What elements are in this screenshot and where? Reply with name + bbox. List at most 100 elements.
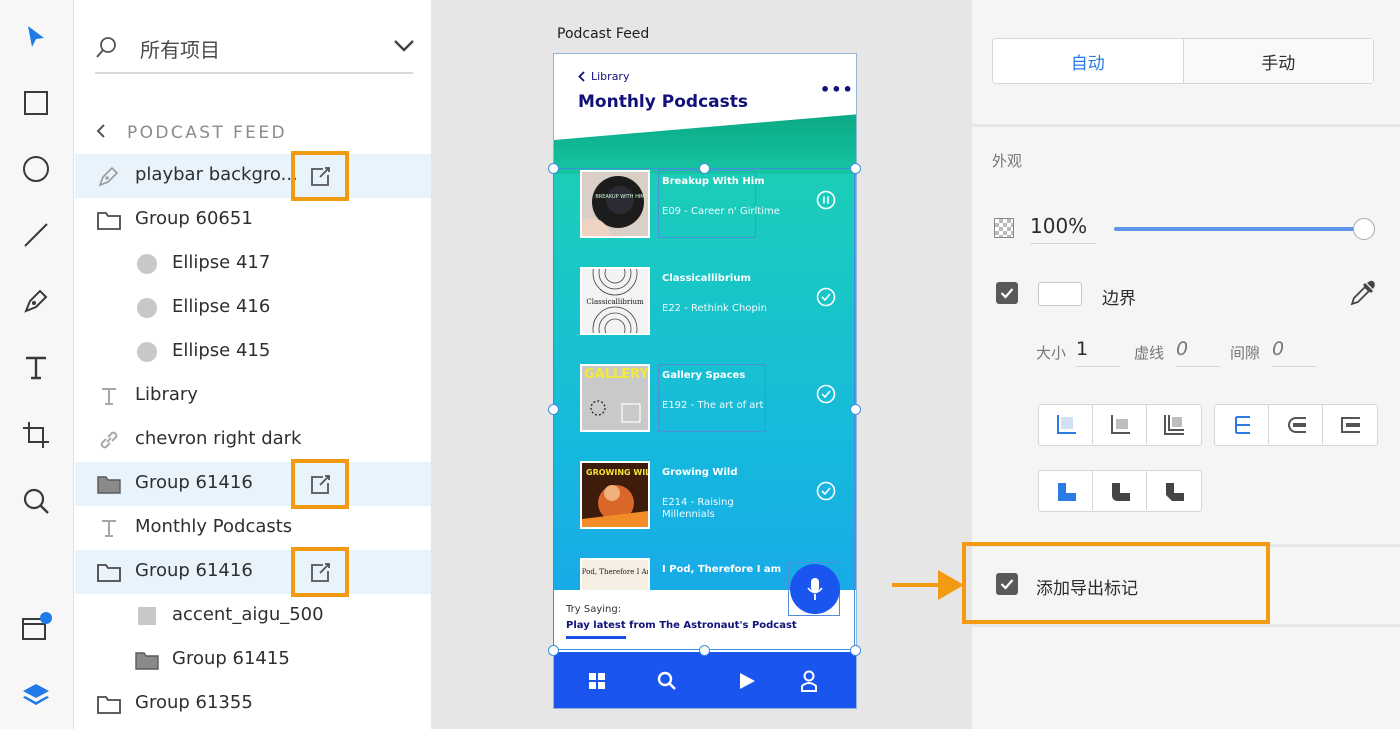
size-input[interactable]: 1 <box>1076 338 1120 367</box>
layers-panel-icon[interactable] <box>15 674 57 716</box>
border-color-swatch[interactable] <box>1038 282 1082 306</box>
podcast-item[interactable]: GALLERY SPACES Gallery Spaces E192 - The… <box>580 364 850 434</box>
stroke-position-group <box>1038 404 1202 446</box>
bevel-join-icon[interactable] <box>1147 471 1201 510</box>
resize-handle[interactable] <box>699 163 710 174</box>
eyedropper-icon[interactable] <box>1348 280 1376 312</box>
back-link[interactable]: Library <box>578 70 629 83</box>
opacity-slider-handle[interactable] <box>1353 218 1375 240</box>
auto-button[interactable]: 自动 <box>993 39 1184 83</box>
miter-join-icon[interactable] <box>1039 471 1093 510</box>
podcast-thumbnail: Classicallibrium <box>580 267 650 335</box>
text-tool-icon[interactable] <box>15 346 57 388</box>
thumb-text: GROWING WILD <box>586 468 648 477</box>
podcast-item[interactable]: GROWING WILD Growing Wild E214 - Raising… <box>580 461 850 531</box>
podcast-item[interactable]: Classicallibrium Classicallibrium E22 - … <box>580 267 850 337</box>
layer-row[interactable]: Group 61355 <box>75 682 431 726</box>
resize-handle[interactable] <box>548 163 559 174</box>
layer-row[interactable]: Monthly Podcasts <box>75 506 431 550</box>
layer-row[interactable]: accent_aigu_500 <box>75 594 431 638</box>
profile-icon[interactable] <box>798 670 820 692</box>
resize-handle[interactable] <box>850 645 861 656</box>
more-icon[interactable]: ••• <box>820 80 854 99</box>
select-tool-icon[interactable] <box>15 16 57 58</box>
layer-row[interactable]: Group 61416 <box>75 547 431 597</box>
tool-bar <box>0 0 74 729</box>
layer-row[interactable]: Group 61415 <box>75 638 431 682</box>
resize-handle[interactable] <box>850 404 861 415</box>
microphone-button[interactable] <box>790 564 840 614</box>
opacity-slider[interactable] <box>1114 227 1364 231</box>
artboard-tool-icon[interactable] <box>15 414 57 456</box>
round-cap-icon[interactable] <box>1269 405 1323 444</box>
line-tool-icon[interactable] <box>15 214 57 256</box>
resize-handle[interactable] <box>850 163 861 174</box>
manual-button[interactable]: 手动 <box>1183 39 1373 83</box>
breadcrumb[interactable]: PODCAST FEED <box>95 120 287 146</box>
layers-panel: 所有项目 PODCAST FEED playbar backgro... Grou… <box>75 0 431 729</box>
ellipse-tool-icon[interactable] <box>15 148 57 190</box>
zoom-tool-icon[interactable] <box>15 480 57 522</box>
assets-panel-icon[interactable] <box>15 606 57 648</box>
pen-tool-icon[interactable] <box>15 280 57 322</box>
chevron-down-icon[interactable] <box>393 38 415 57</box>
center-stroke-icon[interactable] <box>1093 405 1147 444</box>
pause-icon[interactable] <box>816 190 836 210</box>
border-checkbox[interactable] <box>996 282 1018 304</box>
gap-input[interactable]: 0 <box>1272 338 1316 367</box>
search-input[interactable]: 所有项目 <box>140 34 220 63</box>
layer-row[interactable]: Ellipse 415 <box>75 330 431 374</box>
stroke-settings: 大小 1 虚线 0 间隙 0 <box>972 334 1400 374</box>
dash-input[interactable]: 0 <box>1176 338 1220 367</box>
layer-row[interactable]: Library <box>75 374 431 418</box>
arrow-right-icon <box>892 566 966 608</box>
tab-bar <box>554 652 856 708</box>
size-label: 大小 <box>1036 344 1067 362</box>
artboard-label[interactable]: Podcast Feed <box>557 26 649 42</box>
folder-icon <box>96 691 122 717</box>
ellipse-icon <box>134 251 160 277</box>
layer-name: Ellipse 417 <box>172 252 271 273</box>
resize-handle[interactable] <box>699 645 710 656</box>
opacity-input[interactable]: 100% <box>1030 214 1096 244</box>
layer-name: Ellipse 416 <box>172 296 271 317</box>
outer-stroke-icon[interactable] <box>1147 405 1201 444</box>
square-cap-icon[interactable] <box>1323 405 1377 444</box>
try-saying-label: Try Saying: <box>566 604 622 615</box>
text-icon <box>96 515 122 541</box>
design-canvas[interactable]: Podcast Feed Library Monthly Podcasts ••… <box>431 0 972 729</box>
search-icon <box>95 36 117 64</box>
search-icon[interactable] <box>656 670 678 692</box>
export-mark-icon[interactable] <box>291 547 349 597</box>
gap-label: 间隙 <box>1230 344 1261 362</box>
round-join-icon[interactable] <box>1093 471 1147 510</box>
check-circle-icon[interactable] <box>816 384 836 404</box>
grid-icon[interactable] <box>586 670 608 692</box>
artboard-podcast-feed[interactable]: Library Monthly Podcasts ••• BREAKUP WIT… <box>553 53 857 709</box>
resize-handle[interactable] <box>548 404 559 415</box>
export-mark-icon[interactable] <box>291 151 349 201</box>
layer-name: Group 61416 <box>135 560 253 581</box>
rectangle-icon <box>134 603 160 629</box>
podcast-thumbnail: BREAKUP WITH HIM <box>580 170 650 238</box>
layer-row[interactable]: Ellipse 417 <box>75 242 431 286</box>
layer-row[interactable]: Ellipse 416 <box>75 286 431 330</box>
podcast-item[interactable]: BREAKUP WITH HIM Breakup With Him E09 - … <box>580 170 850 240</box>
chevron-left-icon[interactable] <box>95 123 107 143</box>
layer-name: accent_aigu_500 <box>172 604 324 625</box>
back-link-label: Library <box>591 70 630 83</box>
layer-row[interactable]: Group 60651 <box>75 198 431 242</box>
check-circle-icon[interactable] <box>816 481 836 501</box>
resize-handle[interactable] <box>548 645 559 656</box>
inner-stroke-icon[interactable] <box>1039 405 1093 444</box>
layer-row[interactable]: playbar backgro... <box>75 151 431 201</box>
chevron-left-icon <box>578 71 585 82</box>
layer-row[interactable]: Group 61416 <box>75 459 431 509</box>
check-circle-icon[interactable] <box>816 287 836 307</box>
play-icon[interactable] <box>736 670 758 692</box>
layer-row[interactable]: chevron right dark <box>75 418 431 462</box>
search-field[interactable]: 所有项目 <box>95 24 415 74</box>
rectangle-tool-icon[interactable] <box>15 82 57 124</box>
butt-cap-icon[interactable] <box>1215 405 1269 444</box>
export-mark-icon[interactable] <box>291 459 349 509</box>
